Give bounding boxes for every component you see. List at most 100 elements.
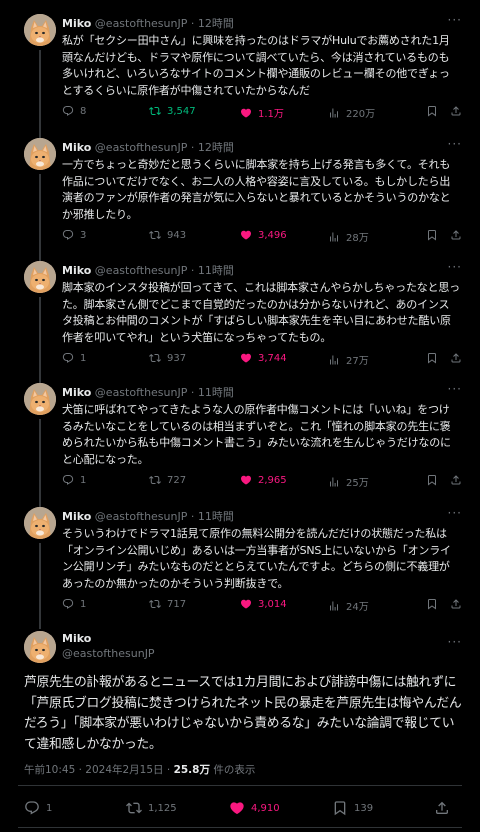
reply-button[interactable]: 1: [62, 474, 86, 486]
views-label: 件の表示: [209, 764, 256, 776]
retweet-button[interactable]: 1,125: [126, 800, 177, 816]
retweet-button[interactable]: 3,547: [149, 105, 196, 117]
thread-line: [39, 50, 41, 140]
author-name[interactable]: Miko: [62, 264, 91, 277]
tweet-actions: 1 937 3,744 27万: [62, 352, 460, 368]
like-count: 3,014: [258, 598, 287, 610]
separator: ·: [187, 510, 198, 523]
views-button[interactable]: 24万: [328, 598, 369, 613]
avatar[interactable]: [24, 507, 56, 539]
author-name[interactable]: Miko: [62, 632, 91, 645]
author-handle[interactable]: @eastofthesunJP: [95, 264, 188, 277]
retweet-button[interactable]: 943: [149, 229, 186, 241]
avatar[interactable]: [24, 14, 56, 46]
reply-count: 1: [80, 352, 87, 364]
reply-button[interactable]: 8: [62, 105, 86, 117]
retweet-button[interactable]: 727: [149, 474, 186, 486]
more-icon[interactable]: ···: [448, 506, 462, 520]
tweet-time[interactable]: 12時間: [198, 17, 234, 30]
share-button[interactable]: [450, 474, 462, 486]
avatar[interactable]: [24, 261, 56, 293]
reply-button[interactable]: 1: [62, 598, 86, 610]
retweet-button[interactable]: 937: [149, 352, 186, 364]
like-button[interactable]: 3,744: [240, 352, 287, 364]
heart-icon: [240, 107, 252, 119]
main-actions: 1 1,125 4,910 139: [24, 800, 464, 820]
like-button[interactable]: 3,496: [240, 229, 287, 241]
more-icon[interactable]: ···: [448, 13, 462, 27]
retweet-button[interactable]: 717: [149, 598, 186, 610]
reply-button[interactable]: 1: [24, 800, 52, 816]
tweet-time[interactable]: 12時間: [198, 141, 234, 154]
reply-button[interactable]: 1: [62, 352, 86, 364]
tweet-time[interactable]: 11時間: [198, 386, 234, 399]
more-icon[interactable]: ···: [448, 137, 462, 151]
reply-button[interactable]: 3: [62, 229, 86, 241]
share-button[interactable]: [450, 352, 462, 364]
share-icon: [450, 352, 462, 364]
thread-line: [39, 543, 41, 629]
retweet-icon: [149, 474, 161, 486]
bookmark-icon: [426, 229, 438, 241]
author-name[interactable]: Miko: [62, 386, 91, 399]
reply-count: 8: [80, 105, 87, 117]
bookmark-button[interactable]: 139: [332, 800, 373, 816]
bookmark-button[interactable]: [426, 352, 438, 364]
timestamp[interactable]: 午前10:45 · 2024年2月15日 ·: [24, 764, 174, 776]
views-button[interactable]: 25万: [328, 474, 369, 489]
bookmark-icon: [426, 352, 438, 364]
author-handle[interactable]: @eastofthesunJP: [95, 386, 188, 399]
avatar-cat: [24, 261, 56, 293]
views-button[interactable]: 27万: [328, 352, 369, 367]
author-handle[interactable]: @eastofthesunJP: [95, 141, 188, 154]
views-count[interactable]: 25.8万: [174, 764, 210, 776]
avatar[interactable]: [24, 383, 56, 415]
author-name[interactable]: Miko: [62, 17, 91, 30]
heart-icon: [240, 598, 252, 610]
divider: [18, 827, 462, 828]
views-button[interactable]: 220万: [328, 105, 375, 120]
avatar-cat: [24, 138, 56, 170]
share-button[interactable]: [450, 229, 462, 241]
like-count: 3,744: [258, 352, 287, 364]
share-button[interactable]: [434, 800, 450, 816]
reply-icon: [62, 474, 74, 486]
thread-line: [39, 419, 41, 509]
retweet-count: 937: [167, 352, 187, 364]
more-icon[interactable]: ···: [448, 382, 462, 396]
bookmark-button[interactable]: [426, 229, 438, 241]
like-button[interactable]: 1.1万: [240, 105, 284, 120]
views-button[interactable]: 28万: [328, 229, 369, 244]
bookmark-icon: [426, 105, 438, 117]
like-button[interactable]: 3,014: [240, 598, 287, 610]
share-button[interactable]: [450, 598, 462, 610]
avatar[interactable]: [24, 631, 56, 663]
author-name[interactable]: Miko: [62, 510, 91, 523]
bookmark-button[interactable]: [426, 598, 438, 610]
retweet-icon: [149, 229, 161, 241]
more-icon[interactable]: ···: [448, 260, 462, 274]
author-handle[interactable]: @eastofthesunJP: [95, 510, 188, 523]
bookmark-count: 139: [354, 802, 374, 814]
separator: ·: [187, 264, 198, 277]
more-icon[interactable]: ···: [448, 635, 462, 649]
author-handle[interactable]: @eastofthesunJP: [95, 17, 188, 30]
share-icon: [450, 105, 462, 117]
reply-icon: [62, 229, 74, 241]
reply-icon: [62, 598, 74, 610]
bookmark-icon: [426, 598, 438, 610]
bookmark-button[interactable]: [426, 474, 438, 486]
tweet-time[interactable]: 11時間: [198, 264, 234, 277]
bookmark-button[interactable]: [426, 105, 438, 117]
like-count: 2,965: [258, 474, 287, 486]
author-handle[interactable]: @eastofthesunJP: [62, 647, 155, 660]
tweet-time[interactable]: 11時間: [198, 510, 234, 523]
divider: [18, 785, 462, 786]
reply-icon: [62, 352, 74, 364]
like-button[interactable]: 4,910: [229, 800, 280, 816]
like-button[interactable]: 2,965: [240, 474, 287, 486]
author-name[interactable]: Miko: [62, 141, 91, 154]
reply-count: 1: [80, 474, 87, 486]
share-button[interactable]: [450, 105, 462, 117]
avatar[interactable]: [24, 138, 56, 170]
